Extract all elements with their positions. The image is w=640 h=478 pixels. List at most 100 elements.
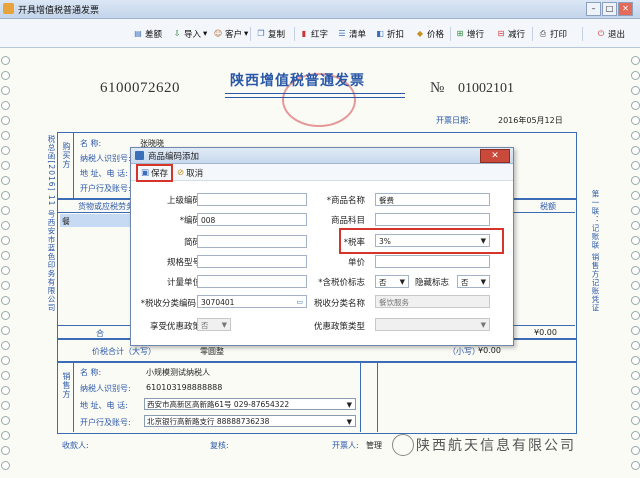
dialog-app-icon <box>135 151 144 160</box>
perforation-left <box>0 48 10 478</box>
discount-icon: ◧ <box>376 29 384 38</box>
dialog-title: 商品编码添加 <box>148 152 200 162</box>
seller-bank-label: 开户行及账号: <box>80 418 131 427</box>
invoice-number: 01002101 <box>458 81 514 96</box>
total-small-value: ¥0.00 <box>478 346 501 355</box>
perforation-hole <box>631 176 640 185</box>
tb-print-button[interactable]: ⎙ 打印 <box>538 27 567 41</box>
perforation-hole <box>1 56 10 65</box>
preferential-select[interactable]: 否 ▼ <box>197 318 231 331</box>
tb-red-invoice-button[interactable]: ▮ 红字 <box>299 27 328 41</box>
unit-price-input[interactable] <box>375 255 490 268</box>
tb-remove-row-button[interactable]: ⊟ 减行 <box>496 27 525 41</box>
tb-price-button[interactable]: ◆ 价格 <box>415 27 444 41</box>
goods-row-selected[interactable] <box>60 214 130 227</box>
cancel-icon: ⊘ <box>177 168 185 178</box>
preferential-label: 享受优惠政策 <box>149 322 201 332</box>
short-code-label: 简码 <box>183 238 201 248</box>
perforation-hole <box>1 416 10 425</box>
tb-exit-button[interactable]: ⏻ 退出 <box>596 27 625 41</box>
seller-bank-combo[interactable]: 北京银行高新路支行 88888736238 ▼ <box>144 415 356 427</box>
perforation-hole <box>1 431 10 440</box>
tb-copy-button[interactable]: ❐ 复制 <box>256 27 285 41</box>
chevron-down-icon: ▼ <box>480 237 486 245</box>
dialog-cancel-button[interactable]: ⊘ 取消 <box>177 167 203 179</box>
tax-amount-header: 税额 <box>540 202 556 211</box>
policy-type-label: 优惠政策类型 <box>313 322 365 332</box>
perforation-hole <box>631 206 640 215</box>
perforation-hole <box>1 161 10 170</box>
tb-import-button[interactable]: ⇩ 导入 ▾ <box>172 27 208 41</box>
tb-add-row-button[interactable]: ⊞ 增行 <box>455 27 484 41</box>
price-icon: ◆ <box>416 29 424 38</box>
issuer-label: 开票人: <box>332 441 359 450</box>
perforation-hole <box>631 371 640 380</box>
toolbar-separator <box>532 27 533 41</box>
perforation-hole <box>1 281 10 290</box>
chevron-down-icon: ▼ <box>346 418 352 426</box>
seller-name-label: 名 称: <box>80 368 102 377</box>
perforation-hole <box>631 251 640 260</box>
unit-input[interactable] <box>197 275 307 288</box>
perforation-hole <box>1 131 10 140</box>
seller-address-combo[interactable]: 西安市高新区高新路61号 029-87654322 ▼ <box>144 398 356 410</box>
watermark-text: 陕西航天信息有限公司 <box>416 438 576 454</box>
unit-price-label: 单价 <box>347 258 365 268</box>
spec-input[interactable] <box>197 255 307 268</box>
perforation-hole <box>631 161 640 170</box>
seller-remark-divider <box>360 362 378 432</box>
policy-type-select[interactable]: ▼ <box>375 318 490 331</box>
number-symbol: № <box>430 80 445 96</box>
tax-incl-select[interactable]: 否 ▼ <box>375 275 409 288</box>
tb-list-button[interactable]: ☰ 清单 <box>337 27 366 41</box>
buyer-tax-id-label: 纳税人识别号: <box>80 154 131 163</box>
dialog-close-button[interactable]: ✕ <box>480 149 510 163</box>
perforation-hole <box>631 86 640 95</box>
perforation-hole <box>1 446 10 455</box>
tax-incl-label: *含税价标志 <box>318 278 365 288</box>
print-icon: ⎙ <box>539 29 547 38</box>
date-label: 开票日期: <box>436 116 471 125</box>
perforation-hole <box>1 191 10 200</box>
tax-rate-select[interactable]: 3% ▼ <box>375 234 490 247</box>
seller-tax-id-value: 610103198888888 <box>146 383 223 392</box>
spec-label: 规格型号 <box>166 258 201 268</box>
close-window-button[interactable]: ✕ <box>618 2 633 16</box>
window-titlebar: 开具增值税普通发票 – □ ✕ <box>0 0 640 19</box>
perforation-hole <box>1 251 10 260</box>
perforation-hole <box>631 191 640 200</box>
perforation-hole <box>631 101 640 110</box>
parent-code-input[interactable] <box>197 193 307 206</box>
perforation-hole <box>631 326 640 335</box>
buyer-address-label: 地 址、电 话: <box>80 169 128 178</box>
maximize-button[interactable]: □ <box>602 2 617 16</box>
minimize-button[interactable]: – <box>586 2 601 16</box>
total-words-label: 价税合计（大写） <box>92 347 156 356</box>
dialog-save-button[interactable]: ▣ 保存 <box>136 164 174 182</box>
tb-discount-button[interactable]: ◧ 折扣 <box>375 27 404 41</box>
chevron-down-icon: ▼ <box>399 278 405 286</box>
subject-input[interactable] <box>375 213 490 226</box>
perforation-hole <box>631 356 640 365</box>
perforation-hole <box>1 461 10 470</box>
hidden-flag-select[interactable]: 否 ▼ <box>457 275 490 288</box>
perforation-hole <box>1 401 10 410</box>
total-small-label: （小写） <box>448 347 480 356</box>
list-icon: ☰ <box>338 29 346 38</box>
invoice-code: 6100072620 <box>100 80 180 96</box>
product-name-input[interactable]: 餐费 <box>375 193 490 206</box>
copy-icon: ❐ <box>257 29 265 38</box>
tax-class-code-label: *税收分类编码 <box>140 299 196 309</box>
perforation-hole <box>1 311 10 320</box>
tb-diff-button[interactable]: ▤ 差额 <box>133 27 162 41</box>
code-input[interactable]: 008 <box>197 213 307 226</box>
perforation-hole <box>1 326 10 335</box>
payee-label: 收款人: <box>62 441 89 450</box>
buyer-bank-label: 开户行及账号: <box>80 184 131 193</box>
toolbar-separator <box>582 27 583 41</box>
short-code-input[interactable] <box>197 235 307 248</box>
tb-customer-button[interactable]: ☺ 客户 ▾ <box>213 27 248 41</box>
unit-label: 计量单位 <box>166 278 201 288</box>
perforation-hole <box>631 236 640 245</box>
perforation-hole <box>1 116 10 125</box>
